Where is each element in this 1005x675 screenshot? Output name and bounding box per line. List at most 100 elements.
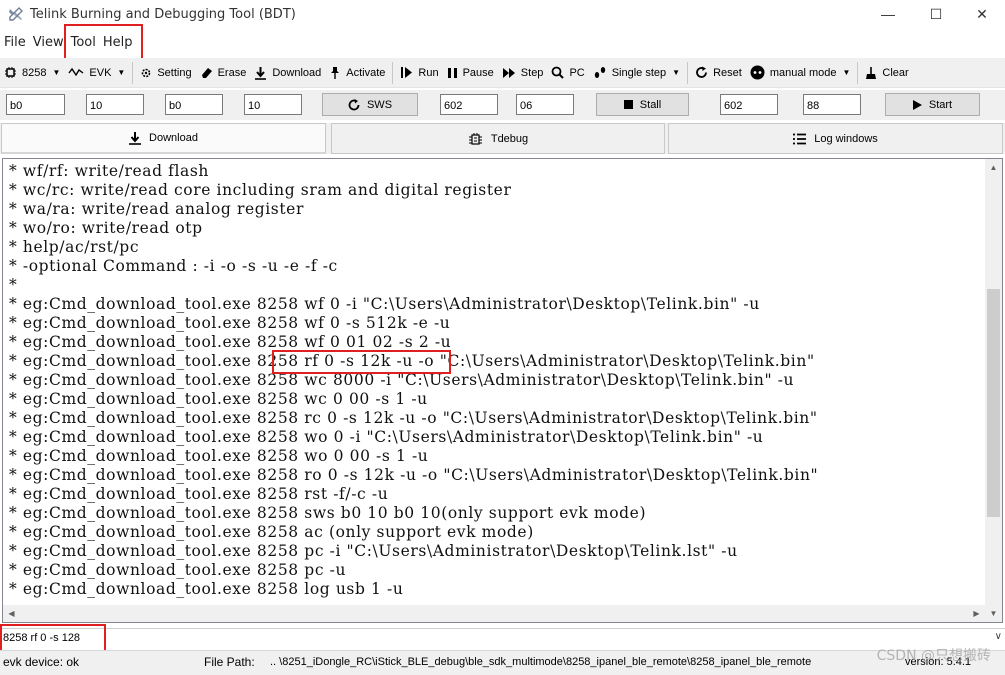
console-line: * wc/rc: write/read core including sram … xyxy=(9,181,512,199)
start-param-2-input[interactable] xyxy=(803,94,861,115)
command-combo[interactable]: 8258 rf 0 -s 128 ∨ xyxy=(0,628,1005,648)
manual-mode-label: manual mode xyxy=(769,66,837,79)
menu-bar: File View Tool Help xyxy=(0,29,1005,55)
highlight-box-menu xyxy=(64,24,143,62)
console-line: * wo/ro: write/read otp xyxy=(9,219,203,237)
evk-icon xyxy=(68,67,84,77)
console-output[interactable]: * wf/rf: write/read flash * wc/rc: write/… xyxy=(2,158,1003,623)
horizontal-scrollbar[interactable]: ◀ ▶ xyxy=(3,605,985,622)
device-status: evk device: ok xyxy=(3,655,80,669)
close-button[interactable]: ✕ xyxy=(959,0,1005,28)
sws-param-1-input[interactable] xyxy=(6,94,65,115)
step-button[interactable]: Step xyxy=(498,61,548,85)
run-icon xyxy=(401,67,413,78)
setting-button[interactable]: Setting xyxy=(136,61,195,85)
eraser-icon xyxy=(201,68,212,78)
console-line: * eg:Cmd_download_tool.exe 8258 wo 0 -i … xyxy=(9,428,764,446)
console-line: * eg:Cmd_download_tool.exe 8258 rc 0 -s … xyxy=(9,409,818,427)
activate-button-label: Activate xyxy=(346,66,386,79)
scroll-up-icon[interactable]: ▲ xyxy=(985,159,1002,176)
stall-button[interactable]: Stall xyxy=(596,93,689,116)
tab-log-windows-label: Log windows xyxy=(814,132,878,145)
activate-button[interactable]: Activate xyxy=(325,61,389,85)
erase-button[interactable]: Erase xyxy=(196,61,251,85)
chip-select[interactable]: 8258 ▼ xyxy=(0,61,64,85)
tab-download[interactable]: Download xyxy=(1,123,326,154)
console-line: * xyxy=(9,276,18,294)
chip-select-label: 8258 xyxy=(22,66,47,79)
download-icon xyxy=(129,131,142,145)
chevron-down-icon: ▼ xyxy=(117,68,126,77)
stall-param-1-input[interactable] xyxy=(440,94,498,115)
chevron-down-icon: ▼ xyxy=(52,68,61,77)
search-icon xyxy=(552,66,565,79)
sws-param-2-input[interactable] xyxy=(86,94,144,115)
console-line: * eg:Cmd_download_tool.exe 8258 ac (only… xyxy=(9,523,534,541)
parameter-row: SWS Stall Start xyxy=(0,90,1005,120)
list-icon xyxy=(793,133,807,144)
window-title: Telink Burning and Debugging Tool (BDT) xyxy=(30,6,296,22)
bug-icon xyxy=(468,132,482,145)
stop-icon xyxy=(623,100,633,109)
console-line: * eg:Cmd_download_tool.exe 8258 wf 0 -i … xyxy=(9,295,760,313)
chevron-down-icon[interactable]: ∨ xyxy=(995,631,1002,642)
footsteps-icon xyxy=(594,67,605,78)
file-path-value: .. \8251_iDongle_RC\iStick_BLE_debug\ble… xyxy=(270,656,812,668)
run-button-label: Run xyxy=(418,66,439,79)
board-select[interactable]: EVK ▼ xyxy=(64,61,129,85)
scroll-right-icon[interactable]: ▶ xyxy=(968,605,985,622)
pc-button[interactable]: PC xyxy=(547,61,588,85)
scrollbar-thumb[interactable] xyxy=(987,289,1000,517)
download-icon xyxy=(255,66,267,80)
pin-icon xyxy=(331,66,340,79)
stall-param-2-input[interactable] xyxy=(516,94,574,115)
console-line: * eg:Cmd_download_tool.exe 8258 wc 0 00 … xyxy=(9,390,428,408)
reset-button[interactable]: Reset xyxy=(691,61,746,85)
refresh-icon xyxy=(348,98,360,110)
gamepad-icon xyxy=(750,65,765,80)
toolbar-separator xyxy=(687,61,689,84)
sws-button-label: SWS xyxy=(366,98,393,111)
single-step-label: Single step xyxy=(611,66,667,79)
maximize-button[interactable]: ☐ xyxy=(913,0,959,28)
single-step-select[interactable]: Single step ▼ xyxy=(589,61,684,85)
pc-button-label: PC xyxy=(569,66,585,79)
app-tools-icon xyxy=(9,7,23,21)
sws-param-4-input[interactable] xyxy=(244,94,302,115)
pause-icon xyxy=(447,67,457,78)
start-param-1-input[interactable] xyxy=(720,94,778,115)
clear-button[interactable]: Clear xyxy=(861,61,912,85)
setting-button-label: Setting xyxy=(157,66,192,79)
console-line: * eg:Cmd_download_tool.exe 8258 sws b0 1… xyxy=(9,504,647,522)
pause-button[interactable]: Pause xyxy=(443,61,498,85)
broom-icon xyxy=(866,66,877,79)
toolbar-separator xyxy=(132,61,134,84)
tab-tdebug-label: Tdebug xyxy=(490,132,529,145)
start-button[interactable]: Start xyxy=(885,93,980,116)
console-line: * eg:Cmd_download_tool.exe 8258 pc -i "C… xyxy=(9,542,738,560)
download-button[interactable]: Download xyxy=(250,61,325,85)
console-line: * wa/ra: write/read analog register xyxy=(9,200,304,218)
play-icon xyxy=(912,99,922,110)
sws-param-3-input[interactable] xyxy=(165,94,223,115)
chevron-down-icon: ▼ xyxy=(842,68,851,77)
gear-icon xyxy=(142,68,151,77)
menu-view[interactable]: View xyxy=(29,35,67,50)
manual-mode-select[interactable]: manual mode ▼ xyxy=(746,61,855,85)
scroll-left-icon[interactable]: ◀ xyxy=(3,605,20,622)
vertical-scrollbar[interactable]: ▲ ▼ xyxy=(985,159,1002,622)
sws-button[interactable]: SWS xyxy=(322,93,418,116)
minimize-button[interactable]: — xyxy=(865,0,911,28)
status-bar: evk device: ok File Path: .. \8251_iDong… xyxy=(0,650,1005,675)
menu-file[interactable]: File xyxy=(0,35,29,50)
reset-button-label: Reset xyxy=(713,66,742,79)
console-line: * eg:Cmd_download_tool.exe 8258 ro 0 -s … xyxy=(9,466,819,484)
step-button-label: Step xyxy=(520,66,544,79)
run-button[interactable]: Run xyxy=(396,61,442,85)
console-line: * eg:Cmd_download_tool.exe 8258 wf 0 -s … xyxy=(9,314,451,332)
file-path-label: File Path: xyxy=(204,655,255,669)
start-button-label: Start xyxy=(928,98,953,111)
tab-tdebug[interactable]: Tdebug xyxy=(331,123,665,154)
tab-log-windows[interactable]: Log windows xyxy=(668,123,1003,154)
scroll-down-icon[interactable]: ▼ xyxy=(985,605,1002,622)
